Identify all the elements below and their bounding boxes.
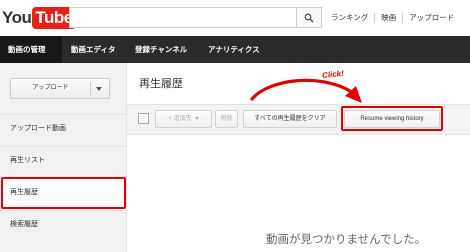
upload-button[interactable]: アップロード xyxy=(10,78,110,99)
search-button[interactable] xyxy=(296,7,322,28)
resume-button-highlight xyxy=(341,106,443,131)
sidebar-item-uploads[interactable]: アップロード動画 xyxy=(0,114,126,142)
divider xyxy=(374,12,376,23)
select-all-checkbox[interactable] xyxy=(138,113,149,124)
sidebar-item-playlists[interactable]: 再生リスト xyxy=(0,146,126,174)
link-movies[interactable]: 映画 xyxy=(381,12,396,23)
add-to-button[interactable]: + 追加先 xyxy=(155,110,212,128)
delete-button[interactable]: 削除 xyxy=(215,110,238,128)
top-links: ランキング 映画 アップロード xyxy=(331,12,454,23)
main-nav: 動画の管理 動画エディタ 登録チャンネル アナリティクス xyxy=(0,36,470,63)
logo-you: You xyxy=(2,8,32,27)
link-ranking[interactable]: ランキング xyxy=(331,12,368,23)
upload-button-label: アップロード xyxy=(32,85,69,91)
sidebar-item-search-history[interactable]: 検索履歴 xyxy=(0,210,126,238)
empty-message: 動画が見つかりませんでした。 xyxy=(266,234,427,246)
clear-all-history-button[interactable]: すべての再生履歴をクリア xyxy=(243,110,337,128)
divider xyxy=(402,12,404,23)
chevron-down-icon[interactable] xyxy=(96,87,102,91)
tab-video-manager[interactable]: 動画の管理 xyxy=(0,36,62,63)
chevron-down-icon xyxy=(194,116,199,120)
add-to-label: + 追加先 xyxy=(168,116,192,122)
tab-analytics[interactable]: アナリティクス xyxy=(200,36,268,63)
search-icon xyxy=(304,13,314,23)
search-input[interactable] xyxy=(69,7,297,28)
tab-subscriptions[interactable]: 登録チャンネル xyxy=(127,36,195,63)
watch-history-highlight xyxy=(1,177,126,209)
page-title: 再生履歴 xyxy=(139,78,183,90)
click-annotation: Click! xyxy=(321,68,345,81)
sidebar: アップロード アップロード動画 再生リスト 再生履歴 検索履歴 xyxy=(0,63,127,252)
tab-video-editor[interactable]: 動画エディタ xyxy=(63,36,123,63)
link-upload[interactable]: アップロード xyxy=(409,12,454,23)
top-bar: You Tube JP ランキング 映画 アップロード xyxy=(0,0,470,36)
divider xyxy=(90,82,91,95)
